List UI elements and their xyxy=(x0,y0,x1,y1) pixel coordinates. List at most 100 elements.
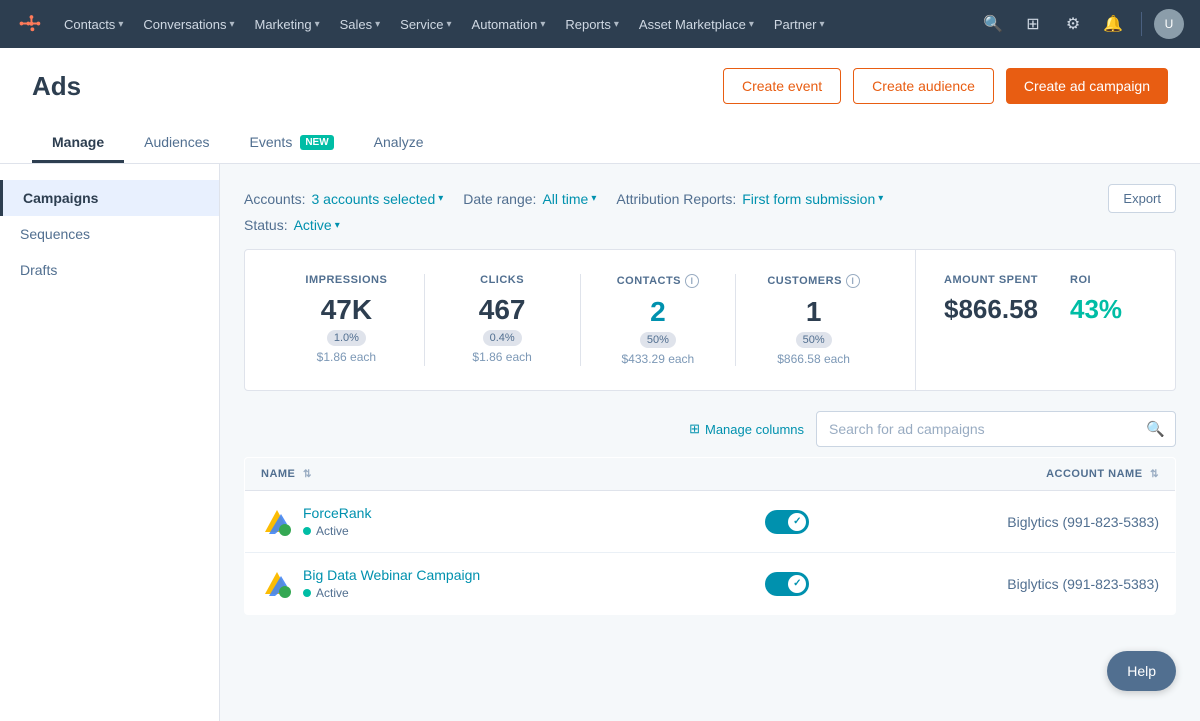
toggle-area: ✓ xyxy=(765,510,809,534)
status-indicator-2: Active xyxy=(303,586,480,600)
chevron-down-icon: ▾ xyxy=(315,19,320,30)
page-title: Ads xyxy=(32,71,81,102)
status-dropdown[interactable]: Active ▾ xyxy=(294,217,340,233)
main-layout: Campaigns Sequences Drafts Accounts: 3 a… xyxy=(0,164,1200,721)
table-body: ForceRank Active ✓ xyxy=(245,491,1176,615)
filters-bar: Accounts: 3 accounts selected ▾ Date ran… xyxy=(244,184,1176,213)
settings-icon-button[interactable]: ⚙ xyxy=(1057,8,1089,40)
clicks-label: CLICKS xyxy=(429,274,576,286)
date-range-filter: Date range: All time ▾ xyxy=(463,191,596,207)
create-campaign-button[interactable]: Create ad campaign xyxy=(1006,68,1168,104)
campaign-name-link[interactable]: ForceRank xyxy=(303,505,371,521)
manage-columns-button[interactable]: ⊞ Manage columns xyxy=(689,421,804,437)
campaign-name-info-2: Big Data Webinar Campaign Active xyxy=(303,567,480,600)
google-ads-icon xyxy=(261,506,293,538)
clicks-value: 467 xyxy=(429,294,576,326)
nav-item-sales[interactable]: Sales ▾ xyxy=(332,11,389,38)
stat-roi: ROI 43% xyxy=(1070,274,1122,325)
nav-item-conversations[interactable]: Conversations ▾ xyxy=(135,11,242,38)
nav-item-contacts[interactable]: Contacts ▾ xyxy=(56,11,131,38)
roi-label: ROI xyxy=(1070,274,1122,286)
search-icon-button[interactable]: 🔍 xyxy=(977,8,1009,40)
create-event-button[interactable]: Create event xyxy=(723,68,841,104)
customers-value: 1 xyxy=(740,296,887,328)
column-name: NAME ⇅ xyxy=(245,458,826,491)
customers-label: CUSTOMERS i xyxy=(740,274,887,288)
stat-clicks: CLICKS 467 0.4% $1.86 each xyxy=(429,274,576,364)
date-range-dropdown[interactable]: All time ▾ xyxy=(542,191,596,207)
contacts-info-icon[interactable]: i xyxy=(685,274,699,288)
sidebar: Campaigns Sequences Drafts xyxy=(0,164,220,721)
table-row: Big Data Webinar Campaign Active ✓ xyxy=(245,553,1176,615)
hubspot-logo[interactable] xyxy=(16,10,44,38)
stat-divider-3 xyxy=(735,274,736,366)
nav-item-automation[interactable]: Automation ▾ xyxy=(464,11,554,38)
chevron-down-icon: ▾ xyxy=(591,193,596,204)
create-audience-button[interactable]: Create audience xyxy=(853,68,994,104)
column-account-name: ACCOUNT NAME ⇅ xyxy=(825,458,1175,491)
chevron-down-icon: ▾ xyxy=(749,19,754,30)
stat-impressions: IMPRESSIONS 47K 1.0% $1.86 each xyxy=(273,274,420,364)
sidebar-item-sequences[interactable]: Sequences xyxy=(0,216,219,252)
user-avatar[interactable]: U xyxy=(1154,9,1184,39)
help-button[interactable]: Help xyxy=(1107,651,1176,691)
campaign-name-link-2[interactable]: Big Data Webinar Campaign xyxy=(303,567,480,583)
clicks-sub: $1.86 each xyxy=(429,350,576,364)
status-indicator: Active xyxy=(303,524,371,538)
customers-sub: $866.58 each xyxy=(740,352,887,366)
campaign-name-info: ForceRank Active xyxy=(303,505,371,538)
contacts-pill: 50% xyxy=(640,332,676,348)
campaigns-table: NAME ⇅ ACCOUNT NAME ⇅ xyxy=(244,457,1176,615)
tab-events[interactable]: Events NEW xyxy=(230,124,354,163)
contacts-label: CONTACTS i xyxy=(585,274,732,288)
page-header-top: Ads Create event Create audience Create … xyxy=(32,68,1168,104)
impressions-pill: 1.0% xyxy=(327,330,366,346)
chevron-down-icon: ▾ xyxy=(118,19,123,30)
nav-item-reports[interactable]: Reports ▾ xyxy=(557,11,627,38)
toggle-knob-2: ✓ xyxy=(788,575,806,593)
account-name-cell-2: Biglytics (991-823-5383) xyxy=(825,553,1175,615)
status-label: Status: xyxy=(244,217,288,233)
notifications-icon-button[interactable]: 🔔 xyxy=(1097,8,1129,40)
impressions-sub: $1.86 each xyxy=(273,350,420,364)
chevron-down-icon: ▾ xyxy=(447,19,452,30)
chevron-down-icon: ▾ xyxy=(820,19,825,30)
stat-divider xyxy=(424,274,425,366)
sort-icon: ⇅ xyxy=(303,469,312,480)
nav-item-service[interactable]: Service ▾ xyxy=(392,11,459,38)
attribution-label: Attribution Reports: xyxy=(616,191,736,207)
stat-contacts: CONTACTS i 2 50% $433.29 each xyxy=(585,274,732,366)
search-box: 🔍 xyxy=(816,411,1176,447)
customers-info-icon[interactable]: i xyxy=(846,274,860,288)
page-header: Ads Create event Create audience Create … xyxy=(0,48,1200,164)
table-header: NAME ⇅ ACCOUNT NAME ⇅ xyxy=(245,458,1176,491)
chevron-down-icon: ▾ xyxy=(438,193,443,204)
nav-item-partner[interactable]: Partner ▾ xyxy=(766,11,833,38)
search-input[interactable] xyxy=(817,413,1136,445)
campaign-toggle[interactable]: ✓ xyxy=(765,510,809,534)
accounts-dropdown[interactable]: 3 accounts selected ▾ xyxy=(311,191,443,207)
check-icon: ✓ xyxy=(793,516,801,527)
date-range-label: Date range: xyxy=(463,191,536,207)
campaign-name-cell-2: Big Data Webinar Campaign Active ✓ xyxy=(245,553,826,615)
nav-item-marketing[interactable]: Marketing ▾ xyxy=(246,11,327,38)
export-button[interactable]: Export xyxy=(1108,184,1176,213)
tab-analyze[interactable]: Analyze xyxy=(354,124,444,163)
campaign-toggle-2[interactable]: ✓ xyxy=(765,572,809,596)
nav-item-asset-marketplace[interactable]: Asset Marketplace ▾ xyxy=(631,11,762,38)
stat-customers: CUSTOMERS i 1 50% $866.58 each xyxy=(740,274,887,366)
attribution-dropdown[interactable]: First form submission ▾ xyxy=(742,191,883,207)
stats-main: IMPRESSIONS 47K 1.0% $1.86 each CLICKS 4… xyxy=(245,250,915,390)
sidebar-item-campaigns[interactable]: Campaigns xyxy=(0,180,219,216)
columns-icon: ⊞ xyxy=(689,421,700,437)
search-button[interactable]: 🔍 xyxy=(1136,412,1175,446)
sidebar-item-drafts[interactable]: Drafts xyxy=(0,252,219,288)
tab-audiences[interactable]: Audiences xyxy=(124,124,229,163)
top-navigation: Contacts ▾ Conversations ▾ Marketing ▾ S… xyxy=(0,0,1200,48)
tab-manage[interactable]: Manage xyxy=(32,124,124,163)
campaign-name-cell: ForceRank Active ✓ xyxy=(245,491,826,553)
toggle-knob: ✓ xyxy=(788,513,806,531)
amount-spent-label: AMOUNT SPENT xyxy=(944,274,1038,286)
status-dot-2 xyxy=(303,589,311,597)
apps-icon-button[interactable]: ⊞ xyxy=(1017,8,1049,40)
